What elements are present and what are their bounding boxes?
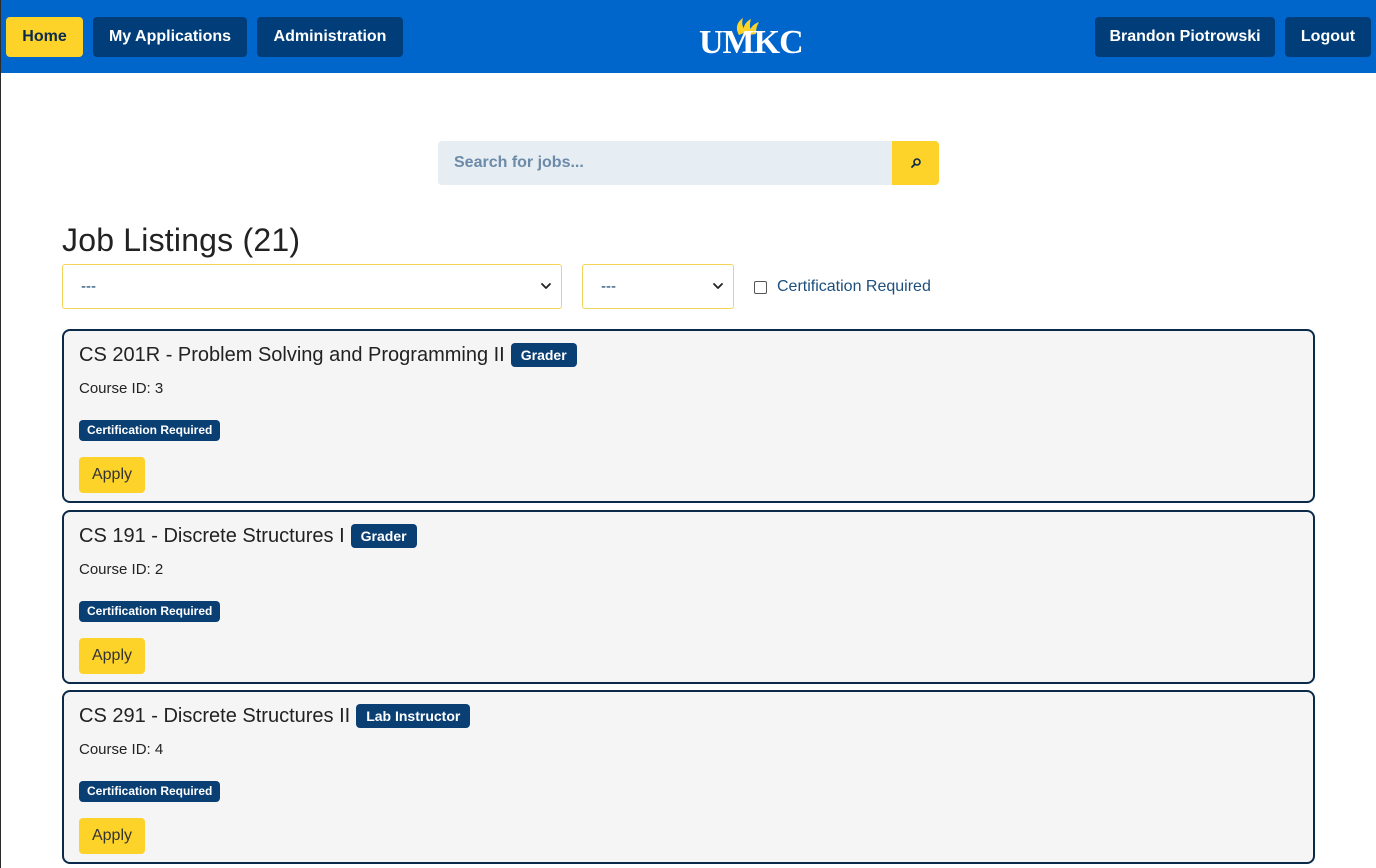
logout-button[interactable]: Logout xyxy=(1285,17,1371,57)
home-button[interactable]: Home xyxy=(6,17,83,57)
search-icon xyxy=(910,158,921,168)
page-title: Job Listings (21) xyxy=(62,222,301,258)
job-card: CS 201R - Problem Solving and Programmin… xyxy=(62,329,1315,503)
certification-badge: Certification Required xyxy=(79,601,221,622)
administration-button[interactable]: Administration xyxy=(257,17,403,57)
job-title: CS 201R - Problem Solving and Programmin… xyxy=(79,344,505,366)
job-card: CS 291 - Discrete Structures II Lab Inst… xyxy=(62,690,1315,864)
chevron-down-icon xyxy=(713,283,723,289)
role-filter-value: --- xyxy=(601,278,616,295)
top-navbar: Home My Applications Administration UMKC… xyxy=(1,0,1376,73)
user-profile-button[interactable]: Brandon Piotrowski xyxy=(1095,17,1275,57)
job-title: CS 191 - Discrete Structures I xyxy=(79,525,345,547)
job-title: CS 291 - Discrete Structures II xyxy=(79,705,351,727)
apply-button[interactable]: Apply xyxy=(79,638,145,674)
apply-button[interactable]: Apply xyxy=(79,457,145,493)
umkc-logo[interactable]: UMKC xyxy=(699,16,804,61)
my-applications-button[interactable]: My Applications xyxy=(93,17,247,57)
search-button[interactable] xyxy=(892,141,939,185)
certification-filter[interactable]: Certification Required xyxy=(754,278,931,296)
job-title-row: CS 191 - Discrete Structures I Grader xyxy=(79,524,417,548)
role-badge: Grader xyxy=(510,343,577,367)
course-id: Course ID: 4 xyxy=(79,741,164,758)
search-input[interactable] xyxy=(438,141,892,185)
logo-text: UMKC xyxy=(699,24,804,61)
role-badge: Grader xyxy=(350,524,417,548)
role-badge: Lab Instructor xyxy=(356,704,471,728)
certification-badge: Certification Required xyxy=(79,420,221,441)
chevron-down-icon xyxy=(541,283,551,289)
certification-badge: Certification Required xyxy=(79,781,221,802)
certification-checkbox[interactable] xyxy=(754,280,767,294)
certification-filter-label: Certification Required xyxy=(777,278,931,295)
job-card: CS 191 - Discrete Structures I Grader Co… xyxy=(62,510,1315,684)
course-id: Course ID: 2 xyxy=(79,561,164,578)
course-filter-value: --- xyxy=(81,278,96,295)
apply-button[interactable]: Apply xyxy=(79,818,145,854)
course-filter-select[interactable]: --- xyxy=(62,264,562,309)
role-filter-select[interactable]: --- xyxy=(582,264,734,309)
course-id: Course ID: 3 xyxy=(79,380,164,397)
job-title-row: CS 291 - Discrete Structures II Lab Inst… xyxy=(79,704,471,728)
search-bar xyxy=(438,141,939,185)
job-title-row: CS 201R - Problem Solving and Programmin… xyxy=(79,343,577,367)
